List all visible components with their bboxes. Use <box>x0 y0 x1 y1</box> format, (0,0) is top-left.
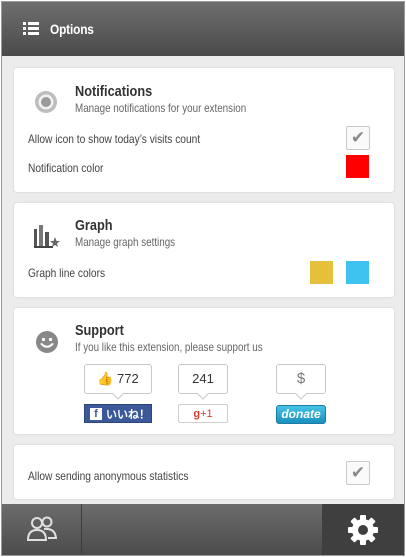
facebook-like-count-value: 772 <box>117 371 139 386</box>
graph-color-swatch-1[interactable] <box>310 261 333 284</box>
graph-title: Graph <box>75 217 113 234</box>
users-icon[interactable] <box>26 516 58 542</box>
gear-icon <box>348 515 378 545</box>
notifications-title: Notifications <box>75 83 153 100</box>
gplus-count-value: 241 <box>192 371 214 386</box>
gplus-count: 241 <box>178 364 228 394</box>
page-title: Options <box>50 21 94 37</box>
visits-count-checkbox[interactable]: ✔ <box>346 126 370 150</box>
footer-bar <box>2 504 404 555</box>
notifications-subtitle: Manage notifications for your extension <box>75 101 247 115</box>
graph-subtitle: Manage graph settings <box>75 235 176 249</box>
donate-symbol-box: $ <box>276 364 326 394</box>
bar-chart-icon <box>34 225 60 248</box>
gplus-button[interactable]: g+1 <box>178 404 228 423</box>
target-icon <box>35 91 57 113</box>
graph-color-swatch-2[interactable] <box>346 261 369 284</box>
graph-card: Graph Manage graph settings Graph line c… <box>14 203 394 297</box>
anonymous-statistics-label: Allow sending anonymous statistics <box>28 469 189 483</box>
gplus-label: +1 <box>200 408 213 420</box>
statistics-card: Allow sending anonymous statistics ✔ <box>14 445 394 499</box>
facebook-icon: f <box>90 407 102 420</box>
facebook-like-count: 👍 772 <box>84 364 152 394</box>
donate-button[interactable]: donate <box>276 405 326 424</box>
notification-color-swatch[interactable] <box>346 155 369 178</box>
smiley-icon <box>36 331 58 353</box>
support-title: Support <box>75 322 124 339</box>
thumbs-up-icon: 👍 <box>97 371 114 386</box>
visits-count-label: Allow icon to show today’s visits count <box>28 132 201 146</box>
support-card: Support If you like this extension, plea… <box>14 308 394 434</box>
support-subtitle: If you like this extension, please suppo… <box>75 340 263 354</box>
options-window: Options Notifications Manage notificatio… <box>1 1 405 556</box>
anonymous-statistics-checkbox[interactable]: ✔ <box>346 461 370 485</box>
footer-divider <box>81 504 82 555</box>
header-bar: Options <box>2 2 404 56</box>
notifications-card: Notifications Manage notifications for y… <box>14 68 394 192</box>
menu-icon[interactable] <box>23 22 39 36</box>
dollar-icon: $ <box>296 370 306 387</box>
settings-button[interactable] <box>322 504 404 555</box>
facebook-like-label: いいね！ <box>106 408 150 421</box>
facebook-like-button[interactable]: f いいね！ <box>84 404 152 423</box>
notification-color-label: Notification color <box>28 161 104 175</box>
graph-line-colors-label: Graph line colors <box>28 266 106 280</box>
